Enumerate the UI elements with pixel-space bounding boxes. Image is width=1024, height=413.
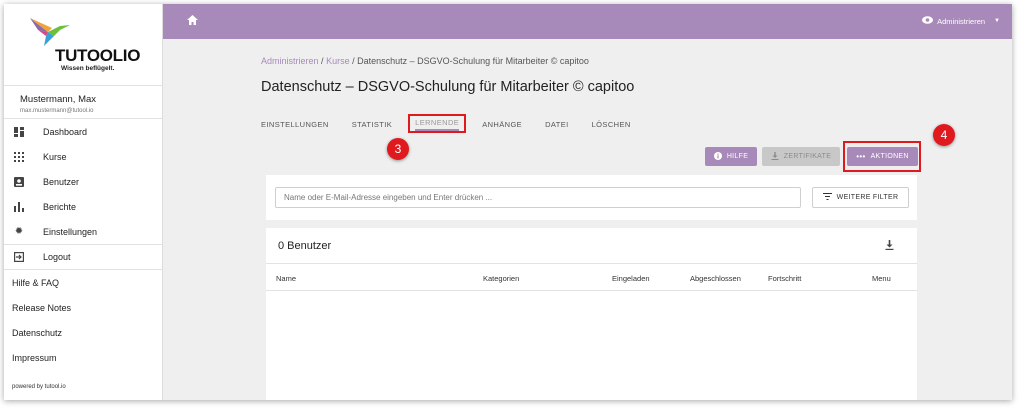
sidebar-item-kurse[interactable]: Kurse (4, 144, 162, 169)
dashboard-icon (13, 126, 25, 138)
powered-by: powered by tutool.io (12, 384, 66, 390)
main-content: Administrieren / Kurse / Datenschutz – D… (163, 39, 1012, 400)
sidebar-item-logout[interactable]: Logout (4, 244, 162, 269)
admin-menu-label: Administrieren (937, 16, 986, 26)
tab-bar: EINSTELLUNGEN STATISTIK LERNENDE ANHÄNGE… (261, 114, 654, 133)
info-icon (713, 151, 722, 162)
tab-datei[interactable]: DATEI (545, 117, 569, 133)
tab-statistik[interactable]: STATISTIK (352, 117, 392, 133)
filter-card: Name oder E-Mail-Adresse eingeben und En… (266, 175, 917, 220)
sidebar-item-label: Benutzer (43, 176, 80, 187)
admin-menu[interactable]: Administrieren ▼ (922, 16, 1000, 26)
sidebar-item-label: Dashboard (43, 126, 88, 137)
person-icon (13, 176, 25, 188)
sidebar-item-label: Einstellungen (43, 226, 98, 237)
user-info: Mustermann, Max max.mustermann@tutool.io (4, 86, 162, 119)
brand-name: TUTOOLIO (55, 46, 141, 65)
link-impressum[interactable]: Impressum (4, 345, 162, 370)
column-header-eingeladen[interactable]: Eingeladen (612, 274, 650, 283)
step-badge-3: 3 (387, 138, 409, 160)
grid-icon (13, 151, 25, 163)
sidebar-item-label: Berichte (43, 201, 77, 212)
app-window: TUTOOLIO Wissen beflügelt. Mustermann, M… (4, 4, 1012, 400)
tab-einstellungen[interactable]: EINSTELLUNGEN (261, 117, 329, 133)
sidebar-item-benutzer[interactable]: Benutzer (4, 169, 162, 194)
download-icon (771, 151, 779, 162)
page-title: Datenschutz – DSGVO-Schulung für Mitarbe… (261, 79, 635, 95)
search-input[interactable]: Name oder E-Mail-Adresse eingeben und En… (275, 187, 801, 208)
logo[interactable]: TUTOOLIO Wissen beflügelt. (4, 4, 162, 86)
link-release-notes[interactable]: Release Notes (4, 295, 162, 320)
user-email: max.mustermann@tutool.io (20, 108, 94, 114)
sidebar-item-einstellungen[interactable]: ✹ Einstellungen (4, 219, 162, 244)
breadcrumb-administrieren[interactable]: Administrieren (261, 56, 319, 66)
sidebar: TUTOOLIO Wissen beflügelt. Mustermann, M… (4, 4, 163, 400)
zertifikate-button[interactable]: ZERTIFIKATE (762, 147, 840, 166)
brand-tagline: Wissen beflügelt. (61, 65, 115, 72)
tab-anhaenge[interactable]: ANHÄNGE (482, 117, 522, 133)
weitere-filter-label: WEITERE FILTER (836, 194, 899, 201)
sidebar-item-dashboard[interactable]: Dashboard (4, 119, 162, 144)
more-horizontal-icon: ••• (856, 152, 866, 161)
step-badge-4: 4 (933, 124, 955, 146)
table-header: Name Kategorien Eingeladen Abgeschlossen… (266, 263, 917, 291)
column-header-fortschritt[interactable]: Fortschritt (768, 274, 801, 283)
zertifikate-label: ZERTIFIKATE (783, 153, 832, 160)
column-header-menu[interactable]: Menu (872, 274, 891, 283)
tab-loeschen[interactable]: LÖSCHEN (592, 117, 631, 133)
download-icon[interactable] (885, 240, 894, 253)
tab-label: LERNENDE (415, 118, 460, 131)
breadcrumb-current: Datenschutz – DSGVO-Schulung für Mitarbe… (357, 56, 589, 66)
column-header-name[interactable]: Name (276, 274, 296, 283)
users-table: 0 Benutzer Name Kategorien Eingeladen Ab… (266, 228, 917, 400)
caret-down-icon: ▼ (994, 18, 1000, 24)
top-bar: Administrieren ▼ (163, 4, 1012, 39)
hilfe-label: HILFE (726, 153, 749, 160)
column-header-kategorien[interactable]: Kategorien (483, 274, 519, 283)
link-datenschutz[interactable]: Datenschutz (4, 320, 162, 345)
hilfe-button[interactable]: HILFE (705, 147, 757, 166)
breadcrumb: Administrieren / Kurse / Datenschutz – D… (261, 56, 589, 66)
breadcrumb-kurse[interactable]: Kurse (326, 56, 350, 66)
search-placeholder: Name oder E-Mail-Adresse eingeben und En… (284, 193, 493, 202)
weitere-filter-button[interactable]: WEITERE FILTER (812, 187, 909, 208)
sidebar-item-label: Logout (43, 252, 71, 262)
aktionen-button[interactable]: ••• AKTIONEN (847, 147, 918, 166)
filter-icon (822, 193, 832, 202)
gear-icon: ✹ (14, 226, 24, 237)
tab-lernende[interactable]: LERNENDE (408, 114, 467, 133)
sidebar-item-berichte[interactable]: Berichte (4, 194, 162, 219)
user-name: Mustermann, Max (20, 94, 97, 105)
eye-icon (922, 16, 934, 26)
link-hilfe-faq[interactable]: Hilfe & FAQ (4, 270, 162, 295)
home-icon[interactable] (187, 14, 198, 28)
bar-chart-icon (13, 201, 25, 213)
hummingbird-logo-icon (30, 18, 70, 46)
user-count: 0 Benutzer (278, 240, 332, 252)
logout-icon (13, 251, 25, 263)
column-header-abgeschlossen[interactable]: Abgeschlossen (690, 274, 741, 283)
aktionen-label: AKTIONEN (870, 153, 909, 160)
sidebar-item-label: Kurse (43, 151, 67, 162)
